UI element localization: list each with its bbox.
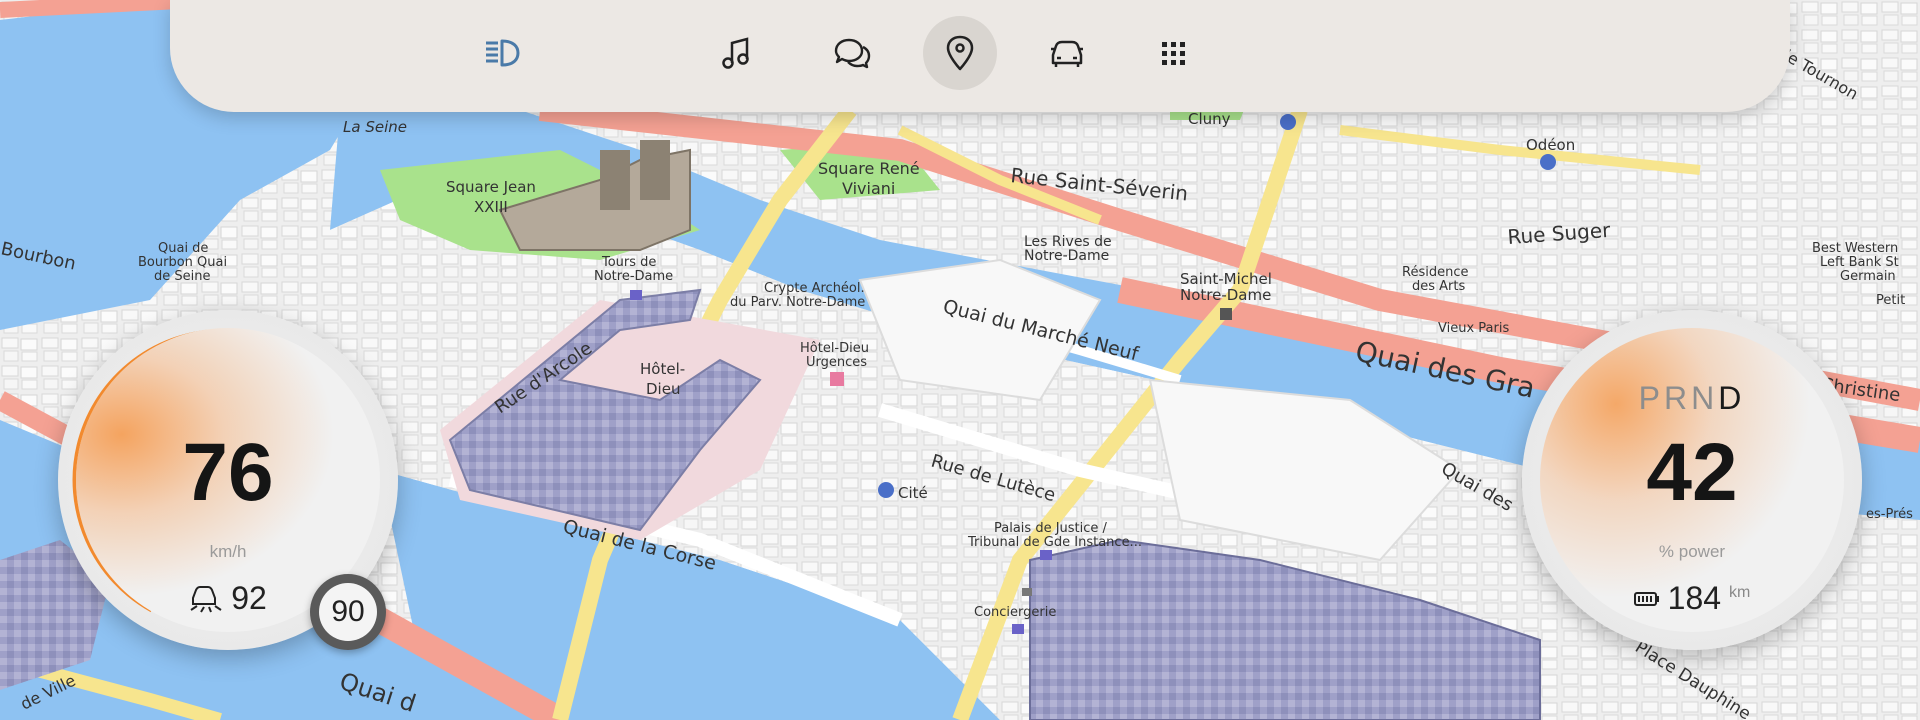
- navigation-icon: [946, 35, 974, 71]
- gear-r: R: [1664, 380, 1692, 416]
- gear-p: P: [1638, 380, 1664, 416]
- music-icon: [722, 37, 749, 69]
- label-crypte: Crypte Archéol.: [764, 281, 865, 296]
- label-quai-de: Quai de: [158, 241, 208, 256]
- label-es-pres: es-Prés: [1866, 507, 1913, 522]
- poi-icon-4: [1220, 308, 1232, 320]
- label-dieu: Dieu: [646, 380, 680, 398]
- power-gauge-face: PRND 42 % power 184 km: [1540, 328, 1844, 632]
- label-palais: Palais de Justice /: [994, 521, 1108, 536]
- headlights-button[interactable]: [465, 16, 539, 90]
- range-row: 184 km: [1540, 580, 1844, 617]
- adaptive-cruise-icon: [190, 585, 222, 613]
- car-icon: [1051, 40, 1083, 67]
- label-cluny: Cluny: [1188, 110, 1231, 128]
- label-vieux-paris: Vieux Paris: [1438, 321, 1509, 336]
- label-du-parv: du Parv. Notre-Dame: [730, 295, 865, 310]
- apps-button[interactable]: [1136, 16, 1210, 90]
- label-notre-dame-3: Notre-Dame: [1180, 286, 1271, 304]
- battery-icon: [1633, 591, 1659, 606]
- power-value: 42: [1646, 427, 1738, 518]
- power-gauge: PRND 42 % power 184 km: [1522, 310, 1862, 650]
- label-notre-dame-1: Notre-Dame: [594, 269, 673, 284]
- label-square-jean: Square Jean: [446, 178, 536, 196]
- cruise-speed: 92: [231, 580, 267, 616]
- label-square-rene: Square René: [818, 159, 920, 178]
- gear-n: N: [1691, 380, 1719, 416]
- label-bourbon-quai: Bourbon Quai: [138, 255, 227, 270]
- metro-icon-3: [878, 482, 894, 498]
- poi-icon-1: [630, 290, 642, 300]
- label-hotel-dieu-urg: Hôtel-Dieu: [800, 341, 869, 356]
- speed-limit-value: 90: [319, 583, 377, 641]
- messages-icon: [834, 38, 871, 69]
- label-xxiii: XXIII: [474, 198, 508, 216]
- apps-icon: [1162, 42, 1185, 65]
- label-residence: Résidence: [1402, 265, 1468, 280]
- poi-icon-2: [1040, 550, 1052, 560]
- speed-value: 76: [182, 427, 274, 518]
- label-best-western: Best Western: [1812, 241, 1898, 256]
- top-navigation-bar: [170, 0, 1790, 112]
- label-germain: Germain: [1840, 269, 1896, 284]
- power-unit: % power: [1658, 542, 1726, 561]
- navigation-button[interactable]: [923, 16, 997, 90]
- hospital-icon: [830, 372, 844, 386]
- range-unit: km: [1729, 584, 1751, 601]
- label-petit: Petit: [1876, 293, 1905, 308]
- label-des-arts: des Arts: [1412, 279, 1465, 294]
- map-notre-dame-tower-1: [600, 150, 630, 210]
- label-hotel-dieu: Hôtel-: [640, 360, 685, 378]
- label-viviani: Viviani: [842, 179, 895, 198]
- label-cite: Cité: [898, 484, 928, 502]
- label-la-seine: La Seine: [343, 118, 407, 136]
- label-tours-de: Tours de: [601, 255, 656, 270]
- gear-d: D: [1718, 380, 1746, 416]
- music-button[interactable]: [700, 16, 774, 90]
- label-urgences: Urgences: [806, 355, 867, 370]
- label-tribunal: Tribunal de Gde Instance...: [967, 535, 1142, 550]
- metro-icon-2: [1540, 154, 1556, 170]
- speed-unit: km/h: [209, 542, 247, 561]
- poi-icon-5: [1022, 588, 1032, 596]
- headlights-icon: [486, 39, 520, 67]
- label-left-bank: Left Bank St: [1820, 255, 1899, 270]
- label-conciergerie: Conciergerie: [974, 605, 1056, 620]
- speed-limit-sign: 90: [310, 574, 386, 650]
- map-notre-dame-tower-2: [640, 140, 670, 200]
- poi-icon-3: [1012, 624, 1024, 634]
- label-notre-dame-2: Notre-Dame: [1024, 248, 1109, 264]
- range-value: 184: [1667, 580, 1722, 616]
- label-de-seine: de Seine: [154, 269, 210, 284]
- car-button[interactable]: [1030, 16, 1104, 90]
- messages-button[interactable]: [815, 16, 889, 90]
- label-odeon: Odéon: [1526, 136, 1575, 154]
- gear-selector: PRND: [1540, 380, 1844, 417]
- metro-icon-1: [1280, 114, 1296, 130]
